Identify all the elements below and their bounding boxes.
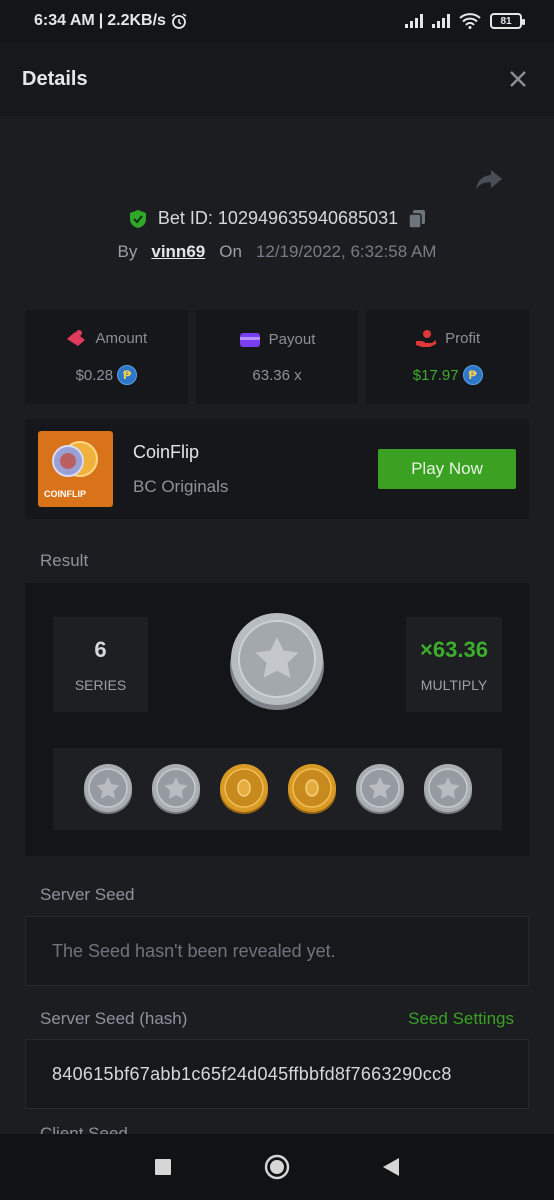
verified-shield-icon <box>129 209 146 228</box>
page-title: Details <box>22 67 88 90</box>
profit-card: Profit $17.97 ₱ <box>366 310 530 404</box>
game-provider: BC Originals <box>133 476 229 496</box>
gold-coin-icon <box>219 764 268 814</box>
silver-coin-icon <box>83 764 132 814</box>
wifi-icon <box>459 13 481 29</box>
server-seed-hash-value: 840615bf67abb1c65f24d045ffbbfd8f7663290c… <box>52 1063 452 1084</box>
battery-icon: 81 <box>490 13 525 29</box>
result-panel: 6 SERIES ×63.36 MULTIPLY <box>25 583 529 856</box>
amount-card: Amount $0.28 ₱ <box>25 310 188 404</box>
play-now-button[interactable]: Play Now <box>378 449 516 489</box>
profit-icon <box>416 330 437 347</box>
bet-id-row: Bet ID: 102949635940685031 <box>0 208 554 229</box>
silver-coin-icon <box>355 764 404 814</box>
payout-label: Payout <box>268 331 316 348</box>
amount-icon <box>67 330 86 346</box>
series-card: 6 SERIES <box>53 617 148 712</box>
silver-coin-icon <box>423 764 472 814</box>
close-icon <box>510 71 526 87</box>
amount-label: Amount <box>95 329 148 347</box>
client-seed-label: Client Seed <box>40 1124 128 1134</box>
server-seed-hash-field[interactable]: 840615bf67abb1c65f24d045ffbbfd8f7663290c… <box>25 1039 529 1109</box>
system-nav-bar <box>0 1134 554 1200</box>
share-icon <box>476 170 502 190</box>
seed-settings-link[interactable]: Seed Settings <box>408 1009 514 1029</box>
profit-label: Profit <box>445 329 481 347</box>
multiply-value: ×63.36 <box>420 636 488 662</box>
payout-card: Payout 63.36 x <box>195 310 359 404</box>
bet-id-label: Bet ID: <box>157 208 213 228</box>
coin-series-strip <box>53 748 502 830</box>
copy-icon[interactable] <box>408 209 426 229</box>
bet-id-value: 102949635940685031 <box>217 208 399 228</box>
amount-value: $0.28 <box>75 366 114 384</box>
profit-value: $17.97 <box>412 366 459 384</box>
recents-button[interactable] <box>154 1158 172 1176</box>
server-seed-field[interactable]: The Seed hasn't been revealed yet. <box>25 916 529 986</box>
status-bar: 6:34 AM | 2.2KB/s 81 <box>0 0 554 42</box>
result-coin-icon <box>230 613 324 710</box>
bet-date: 12/19/2022, 6:32:58 AM <box>255 242 437 261</box>
gold-coin-icon <box>287 764 336 814</box>
share-button[interactable] <box>474 168 504 194</box>
series-label: SERIES <box>74 676 127 693</box>
signal-icon <box>405 14 423 28</box>
details-content[interactable]: Bet ID: 102949635940685031 By vinn69 On … <box>0 116 554 1134</box>
bet-stats: Amount $0.28 ₱ Payout 63.36 x Profit $17… <box>25 310 530 404</box>
user-link[interactable]: vinn69 <box>151 242 205 262</box>
payout-value: 63.36 x <box>252 366 302 384</box>
game-name: CoinFlip <box>133 441 200 462</box>
details-header: Details <box>0 42 554 116</box>
close-button[interactable] <box>504 65 532 93</box>
server-seed-value: The Seed hasn't been revealed yet. <box>52 940 336 961</box>
status-time: 6:34 AM <box>34 12 95 29</box>
multiply-label: MULTIPLY <box>420 676 488 693</box>
on-label: On <box>219 242 242 261</box>
server-seed-label: Server Seed <box>40 885 135 904</box>
signal-icon <box>432 14 450 28</box>
by-label: By <box>117 242 138 261</box>
status-speed: 2.2KB/s <box>107 12 166 29</box>
bet-meta-row: By vinn69 On 12/19/2022, 6:32:58 AM <box>0 242 554 262</box>
game-thumbnail[interactable]: COINFLIP <box>38 431 113 507</box>
game-card: COINFLIP CoinFlip BC Originals Play Now <box>25 419 529 519</box>
home-button[interactable] <box>264 1154 290 1180</box>
thumbnail-caption: COINFLIP <box>44 489 86 499</box>
result-label: Result <box>40 551 89 570</box>
silver-coin-icon <box>151 764 200 814</box>
back-button[interactable] <box>382 1157 400 1177</box>
server-seed-hash-label: Server Seed (hash) <box>40 1009 188 1028</box>
currency-coin-icon: ₱ <box>462 365 483 385</box>
wallet-icon <box>239 332 260 347</box>
currency-coin-icon: ₱ <box>117 365 138 385</box>
series-value: 6 <box>94 636 107 662</box>
alarm-icon <box>171 13 187 29</box>
multiply-card: ×63.36 MULTIPLY <box>406 617 502 712</box>
